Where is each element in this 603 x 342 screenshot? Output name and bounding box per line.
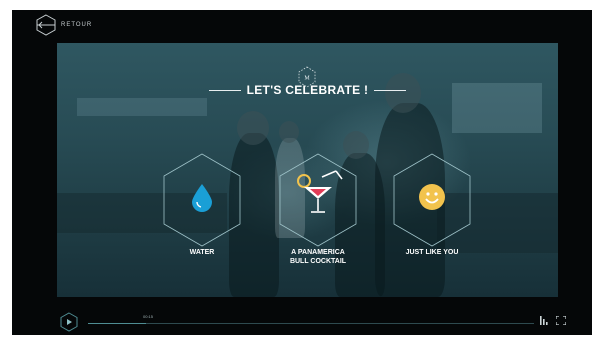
smiley-icon: [419, 184, 445, 210]
fullscreen-icon[interactable]: [556, 316, 566, 325]
overlay-title: LET'S CELEBRATE !: [57, 83, 558, 97]
title-line-left: [208, 89, 241, 91]
water-drop-icon: [192, 184, 212, 212]
person-woman-head: [237, 111, 269, 145]
time-label: 00:15: [143, 314, 154, 319]
background-shelf: [77, 98, 207, 116]
back-label: RETOUR: [61, 22, 93, 28]
back-button[interactable]: RETOUR: [36, 14, 92, 36]
cocktail-glass-icon: [297, 170, 343, 213]
choice-cocktail[interactable]: A PANAMERICA BULL COCKTAIL: [278, 153, 358, 265]
progress-track[interactable]: [88, 323, 534, 324]
video-scene: M LET'S CELEBRATE ! WATER A PANAMERICA B…: [57, 43, 558, 297]
choice-water[interactable]: WATER: [162, 153, 242, 256]
video-frame: RETOUR M LET'S CELEBRATE ! WATER A PANAM…: [12, 10, 592, 335]
celebrate-title: LET'S CELEBRATE !: [246, 83, 369, 97]
progress-fill: [88, 323, 146, 324]
person-chef-head: [279, 121, 299, 143]
title-line-right: [374, 89, 407, 91]
choice-label-just-like-you: JUST LIKE YOU: [405, 249, 459, 256]
choice-just-like-you[interactable]: JUST LIKE YOU: [392, 153, 472, 256]
volume-bars-icon[interactable]: [540, 316, 550, 325]
player-controls: 00:15: [12, 302, 592, 335]
choice-label-water: WATER: [189, 249, 215, 256]
svg-text:M: M: [304, 76, 310, 82]
top-bar: RETOUR: [12, 10, 592, 42]
back-hexagon-icon: [36, 14, 56, 36]
play-button-icon[interactable]: [60, 312, 78, 332]
choice-label-cocktail: A PANAMERICA BULL COCKTAIL: [289, 249, 347, 265]
